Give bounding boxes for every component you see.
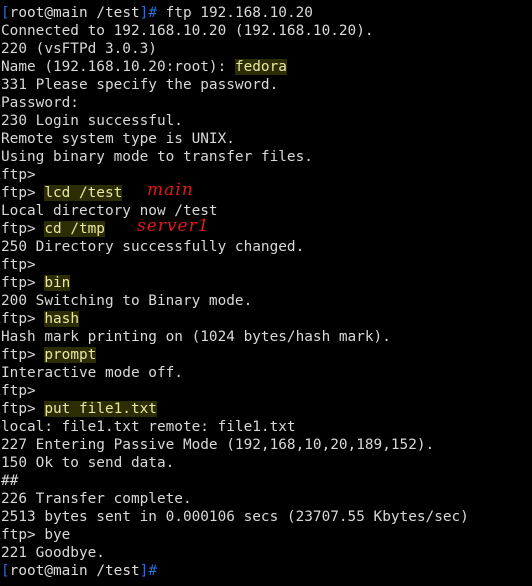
hash-command: hash [44, 311, 79, 327]
shell-prompt-line: [root@main /test]# ftp 192.168.10.20 [1, 4, 532, 22]
ftp-prompt: ftp> [1, 401, 45, 417]
output-line: 2513 bytes sent in 0.000106 secs (23707.… [1, 509, 469, 525]
output-line: 226 Transfer complete. [1, 491, 192, 507]
output-line: 250 Directory successfully changed. [1, 239, 305, 255]
output-line: 230 Login successful. [1, 113, 183, 129]
output-line: Interactive mode off. [1, 365, 183, 381]
prompt-open-bracket: [ [1, 5, 10, 21]
ftp-command-line: ftp> put file1.txt [1, 400, 532, 418]
prompt-directory: /test [96, 563, 140, 579]
prompt-user-host: root@main [9, 563, 88, 579]
ftp-prompt: ftp> [1, 185, 45, 201]
ftp-prompt: ftp> [1, 275, 45, 291]
ftp-prompt: ftp> [1, 347, 45, 363]
output-line: 227 Entering Passive Mode (192,168,10,20… [1, 437, 435, 453]
ftp-prompt-line: ftp> [1, 257, 36, 273]
name-prompt-line: Name (192.168.10.20:root): fedora [1, 58, 532, 76]
output-line: 200 Switching to Binary mode. [1, 293, 253, 309]
hash-marks: ## [1, 473, 19, 489]
annotation-main: main [147, 180, 194, 200]
username-entry: fedora [234, 59, 287, 75]
prompt-command: prompt [44, 347, 97, 363]
cd-command: cd /tmp [44, 221, 105, 237]
output-line: Local directory now /test [1, 203, 218, 219]
put-command: put file1.txt [44, 401, 157, 417]
ftp-command-line: ftp> hash [1, 310, 532, 328]
ftp-command-line: ftp> cd /tmp server1 [1, 216, 532, 238]
output-line: local: file1.txt remote: file1.txt [1, 419, 296, 435]
prompt-open-bracket: [ [1, 563, 10, 579]
shell-prompt-line[interactable]: [root@main /test]# [1, 562, 532, 580]
output-line: 331 Please specify the password. [1, 77, 279, 93]
ftp-command-line: ftp> prompt [1, 346, 532, 364]
prompt-close-bracket: ]# [139, 5, 157, 21]
prompt-close-bracket: ]# [139, 563, 157, 579]
output-line: Remote system type is UNIX. [1, 131, 235, 147]
output-line: Connected to 192.168.10.20 (192.168.10.2… [1, 23, 374, 39]
output-line: Hash mark printing on (1024 bytes/hash m… [1, 329, 391, 345]
annotation-server: server1 [137, 216, 210, 236]
name-prompt-label: Name (192.168.10.20:root): [1, 59, 235, 75]
output-line: 221 Goodbye. [1, 545, 105, 561]
ftp-command-line: ftp> bye [1, 527, 71, 543]
ftp-prompt: ftp> [1, 221, 45, 237]
ftp-prompt: ftp> [1, 311, 45, 327]
ftp-command-line: ftp> bin [1, 274, 532, 292]
terminal-window[interactable]: [root@main /test]# ftp 192.168.10.20 Con… [0, 0, 532, 586]
ftp-command-line: ftp> lcd /test main [1, 180, 532, 202]
ftp-prompt-line: ftp> [1, 383, 36, 399]
output-line: Using binary mode to transfer files. [1, 149, 313, 165]
output-line: 220 (vsFTPd 3.0.3) [1, 41, 157, 57]
password-prompt-line: Password: [1, 95, 79, 111]
lcd-command: lcd /test [44, 185, 123, 201]
prompt-directory: /test [96, 5, 140, 21]
ftp-command: ftp 192.168.10.20 [156, 5, 313, 21]
bin-command: bin [44, 275, 71, 291]
output-line: 150 Ok to send data. [1, 455, 175, 471]
ftp-prompt-line: ftp> [1, 167, 36, 183]
prompt-user-host: root@main [9, 5, 88, 21]
